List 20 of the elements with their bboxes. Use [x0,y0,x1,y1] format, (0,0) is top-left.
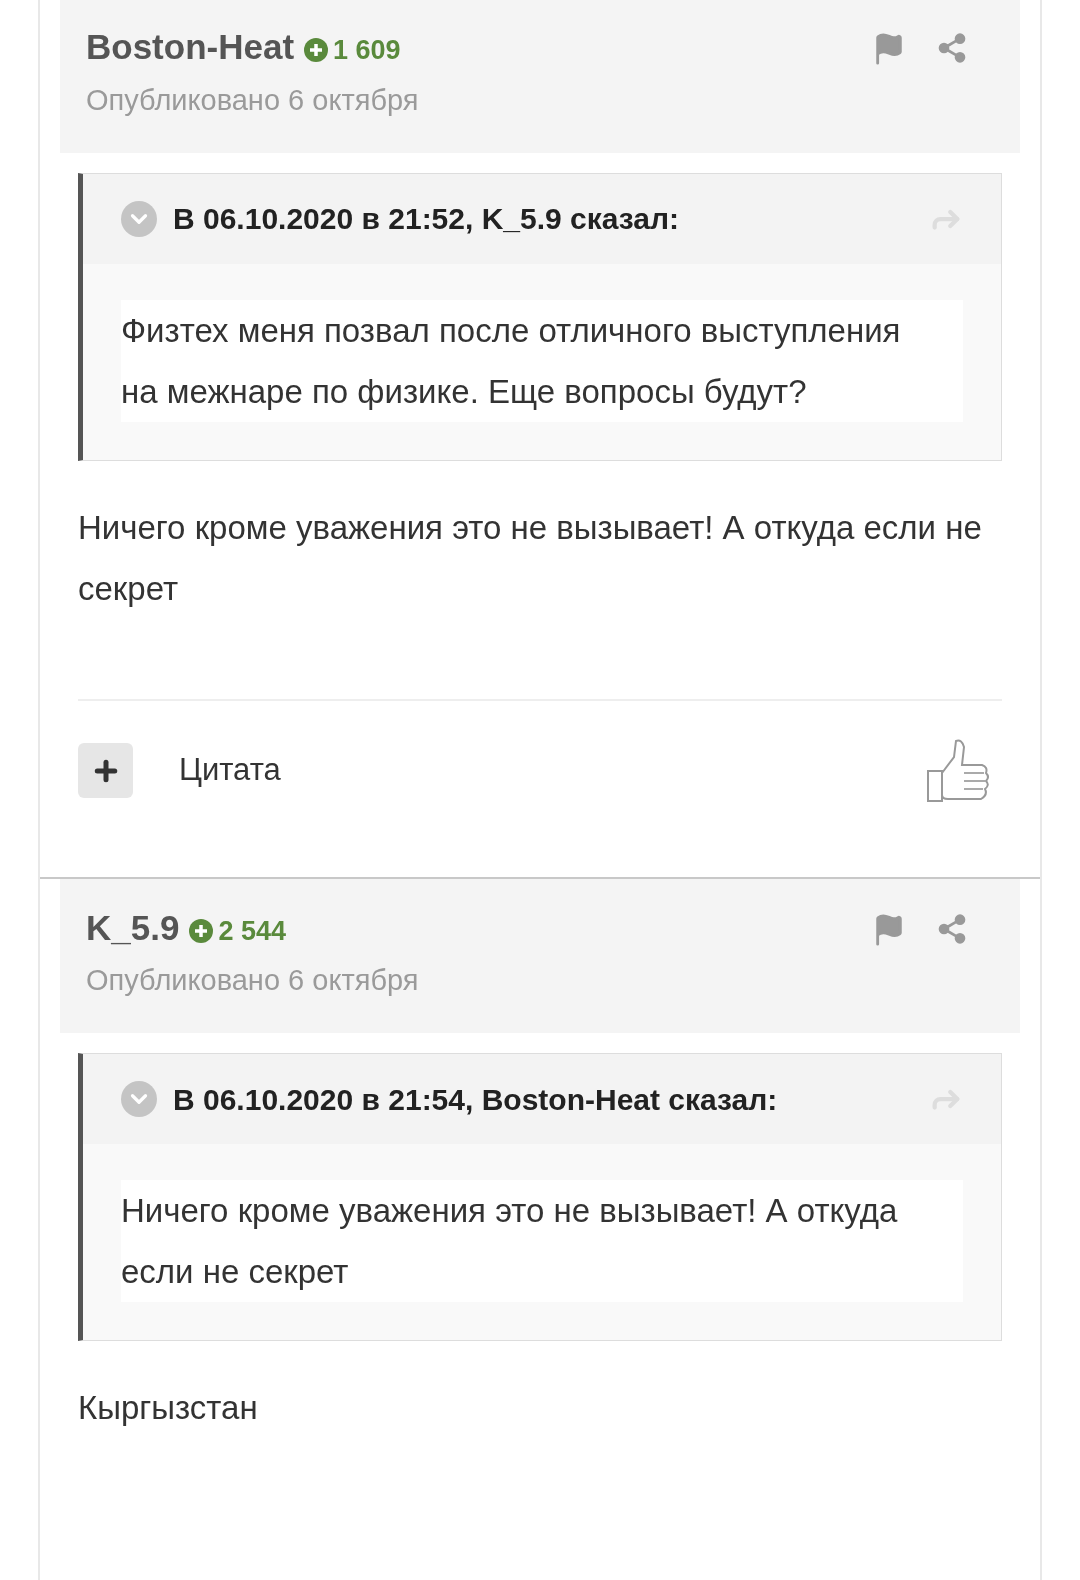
quote-header: В 06.10.2020 в 21:52, K_5.9 сказал: [173,201,681,237]
quote-link[interactable]: Цитата [179,747,924,794]
reputation-count: 2 544 [218,914,286,948]
author-name[interactable]: K_5.9 [86,904,180,951]
reputation-count: 1 609 [333,34,401,67]
share-icon[interactable] [936,912,968,945]
post-date: Опубликовано 6 октября [86,82,419,118]
share-icon[interactable] [936,32,968,64]
post-text: Ничего кроме уважения это не вызывает! А откуда если не секрет [78,507,983,609]
post-text: Кыргызстан [78,1388,259,1428]
author-name[interactable]: Boston-Heat [86,24,295,71]
post-date: Опубликовано 6 октября [86,963,419,998]
collapse-icon[interactable] [121,200,157,237]
plus-circle-icon [189,918,214,943]
quote-text: Физтех меня позвал после отличного выступления на межнаре по физике. Еще вопросы будут? [121,299,963,422]
add-button[interactable] [78,743,133,798]
quote-header: В 06.10.2020 в 21:54, Boston-Heat сказал: [173,1081,779,1118]
plus-circle-icon [304,38,329,63]
collapse-icon[interactable] [121,1081,157,1117]
quote-text: Ничего кроме уважения это не вызывает! А откуда если не секрет [121,1180,963,1302]
